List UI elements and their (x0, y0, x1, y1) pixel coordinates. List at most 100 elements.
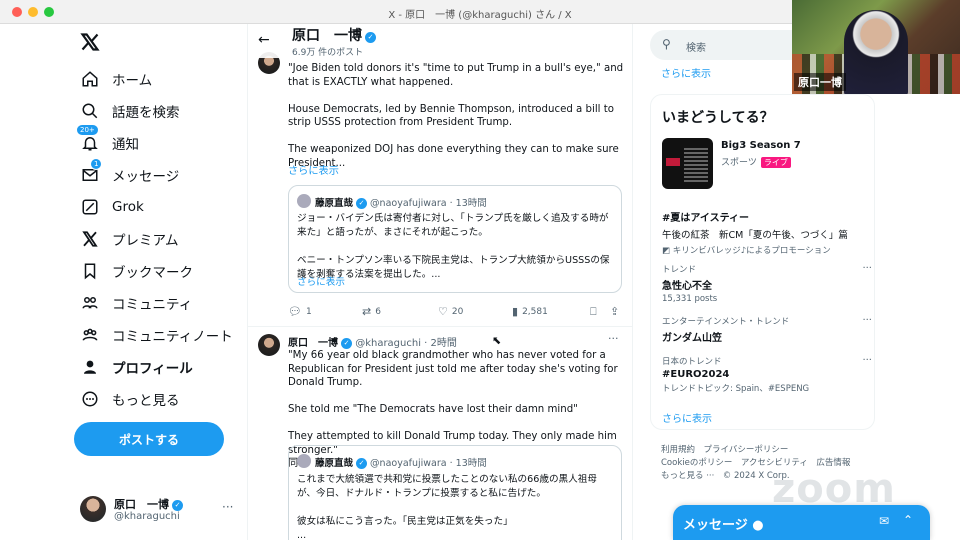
promoted-trend[interactable]: #夏はアイスティー 午後の紅茶 新CM「夏の午後、つづく」篇 ◩ キリンビバレッ… (662, 207, 872, 256)
sidebar-item-label: プロフィール (112, 361, 193, 377)
sidebar-item-label: プレミアム (112, 233, 179, 249)
sidebar-nav: ホーム 話題を検索 20+ 通知 1 メッセージ Grok プレミアム ブックマ… (70, 24, 245, 540)
tweet-more-icon[interactable]: ··· (608, 332, 619, 345)
x-logo-icon[interactable] (80, 32, 100, 58)
trend-name: #EURO2024 (662, 369, 730, 380)
more-dots-icon[interactable]: ··· (222, 500, 233, 514)
bookmark-icon: ⎕ (590, 305, 597, 318)
show-more-link[interactable]: さらに表示 (288, 165, 624, 179)
new-message-icon[interactable]: ✉ (879, 514, 889, 528)
quote-author-handle: @naoyafujiwara (370, 198, 447, 209)
quote-author-name: 藤原直哉 (315, 198, 354, 209)
avatar (297, 454, 311, 468)
messages-drawer-label: メッセージ ● (683, 518, 764, 533)
views-icon: ▮ (512, 305, 519, 318)
divider (248, 326, 632, 327)
participant-video (844, 10, 908, 94)
repost-icon: ⇄ (362, 305, 372, 318)
mail-icon: 1 (80, 158, 103, 185)
sidebar-item-label: ホーム (112, 73, 153, 89)
tweet-author-handle[interactable]: @kharaguchi (355, 338, 421, 349)
sidebar-item-label: Grok (112, 199, 144, 215)
sidebar-item-notifications[interactable]: 20+ 通知 (76, 124, 139, 158)
reply-icon: 💬︎ (288, 305, 302, 318)
quoted-tweet[interactable]: 藤原直哉 ✓ @naoyafujiwara · 13時間 これまで大統領選で共和党… (288, 445, 622, 540)
promo-line: 午後の紅茶 新CM「夏の午後、つづく」篇 (662, 230, 848, 241)
account-switcher[interactable]: 原口 一博 ✓ @kharaguchi ··· (80, 492, 240, 532)
right-sidebar: ⚲ 検索 さらに表示 いまどうしてる？ Big3 Season 7 スポーツ ライ… (650, 24, 940, 540)
event-thumbnail[interactable] (662, 138, 713, 189)
sidebar-item-more[interactable]: もっと見る (80, 384, 180, 414)
community-notes-icon (80, 325, 100, 345)
views-button[interactable]: ▮ 2,581 (512, 305, 548, 318)
share-button[interactable]: ⇪ (610, 305, 623, 318)
quoted-tweet[interactable]: 藤原直哉 ✓ @naoyafujiwara · 13時間 ジョー・バイデン氏は寄付… (288, 185, 622, 293)
bookmark-button[interactable]: ⎕ (590, 305, 601, 319)
show-more-link[interactable]: さらに表示 (662, 410, 872, 425)
trend-more-icon[interactable]: ··· (862, 263, 872, 274)
repost-count: 6 (375, 306, 381, 317)
sidebar-item-explore[interactable]: 話題を検索 (80, 96, 180, 126)
trend-name: 急性心不全 (662, 281, 712, 292)
profile-header: ← 原口 一博 ✓ 6.9万 件のポスト (248, 24, 632, 58)
footer-line[interactable]: 利用規約 プライバシーポリシー (661, 444, 871, 457)
avatar[interactable] (258, 334, 280, 356)
event-category: スポーツ ライブ (721, 155, 791, 168)
sidebar-item-communities[interactable]: コミュニティ (80, 288, 192, 318)
sidebar-item-community-notes[interactable]: コミュニティノート (80, 320, 233, 350)
expand-icon[interactable]: ⌃ (903, 513, 913, 527)
sidebar-item-label: メッセージ (112, 169, 180, 185)
trend-item[interactable]: トレンド 急性心不全 15,331 posts ··· (662, 263, 872, 304)
account-handle: @kharaguchi (114, 511, 180, 522)
page-title: 原口 一博 ✓ (292, 25, 376, 45)
verified-badge-icon: ✓ (356, 198, 368, 209)
sidebar-item-grok[interactable]: Grok (80, 192, 144, 222)
tweet-actions: 💬︎ 1 ⇄ 6 ♡ 20 ▮ 2,581 ⎕ ⇪ (288, 305, 624, 321)
trend-more-icon[interactable]: ··· (862, 315, 872, 326)
search-icon (80, 101, 100, 121)
sidebar-item-bookmarks[interactable]: ブックマーク (80, 256, 193, 286)
like-button[interactable]: ♡ 20 (438, 305, 463, 318)
sidebar-item-premium[interactable]: プレミアム (80, 224, 179, 254)
back-arrow-icon[interactable]: ← (258, 32, 270, 48)
promo-by-text: キリンビバレッジ♪によるプロモーション (672, 246, 831, 256)
verified-badge-icon: ✓ (356, 458, 368, 469)
trend-item[interactable]: エンターテインメント・トレンド ガンダム山笠 ··· (662, 315, 872, 344)
trend-count: トレンドトピック: Spain、#ESPENG (662, 384, 810, 394)
verified-badge-icon: ✓ (341, 338, 352, 349)
reply-button[interactable]: 💬︎ 1 (288, 305, 312, 318)
search-input[interactable]: 検索 (686, 39, 706, 54)
post-button[interactable]: ポストする (74, 422, 224, 456)
messages-badge: 1 (90, 158, 103, 170)
tweet-author-name[interactable]: 原口 一博 (288, 338, 338, 349)
account-name-text: 原口 一博 (114, 498, 169, 511)
event-category-text: スポーツ (721, 158, 757, 168)
show-more-link[interactable]: さらに表示 (297, 276, 615, 290)
header-name-text: 原口 一博 (292, 28, 362, 44)
sidebar-item-messages[interactable]: 1 メッセージ (80, 158, 180, 190)
sidebar-item-label: もっと見る (112, 393, 180, 409)
grok-icon (80, 197, 100, 217)
quote-author-handle: @naoyafujiwara (370, 458, 447, 469)
show-more-link[interactable]: さらに表示 (661, 65, 711, 80)
quoted-tweet-text: これまで大統領選で共和党に投票したことのない私の66歳の黒人祖母が、今日、ドナル… (297, 474, 597, 540)
view-count: 2,581 (522, 306, 548, 317)
quoted-tweet-header: 藤原直哉 ✓ @naoyafujiwara · 13時間 (315, 195, 487, 209)
account-name: 原口 一博 ✓ (114, 496, 183, 512)
event-title[interactable]: Big3 Season 7 (721, 140, 801, 151)
x-logo-icon (80, 229, 100, 249)
sidebar-item-label: 話題を検索 (112, 105, 180, 121)
avatar (297, 194, 311, 208)
trend-category: エンターテインメント・トレンド (662, 317, 790, 327)
video-participant-tile: 原口一博 (792, 0, 960, 94)
community-icon (80, 293, 100, 313)
tweet-timestamp[interactable]: · 2時間 (424, 338, 457, 349)
repost-button[interactable]: ⇄ 6 (362, 305, 381, 318)
sidebar-item-profile[interactable]: プロフィール (80, 352, 193, 382)
quote-timestamp: · 13時間 (449, 458, 487, 469)
search-icon: ⚲ (662, 37, 671, 51)
sidebar-item-home[interactable]: ホーム (80, 64, 152, 94)
trend-more-icon[interactable]: ··· (862, 355, 872, 366)
messages-drawer[interactable]: メッセージ ● ✉ ⌃ (673, 505, 930, 540)
trend-item[interactable]: 日本のトレンド #EURO2024 トレンドトピック: Spain、#ESPEN… (662, 355, 872, 394)
